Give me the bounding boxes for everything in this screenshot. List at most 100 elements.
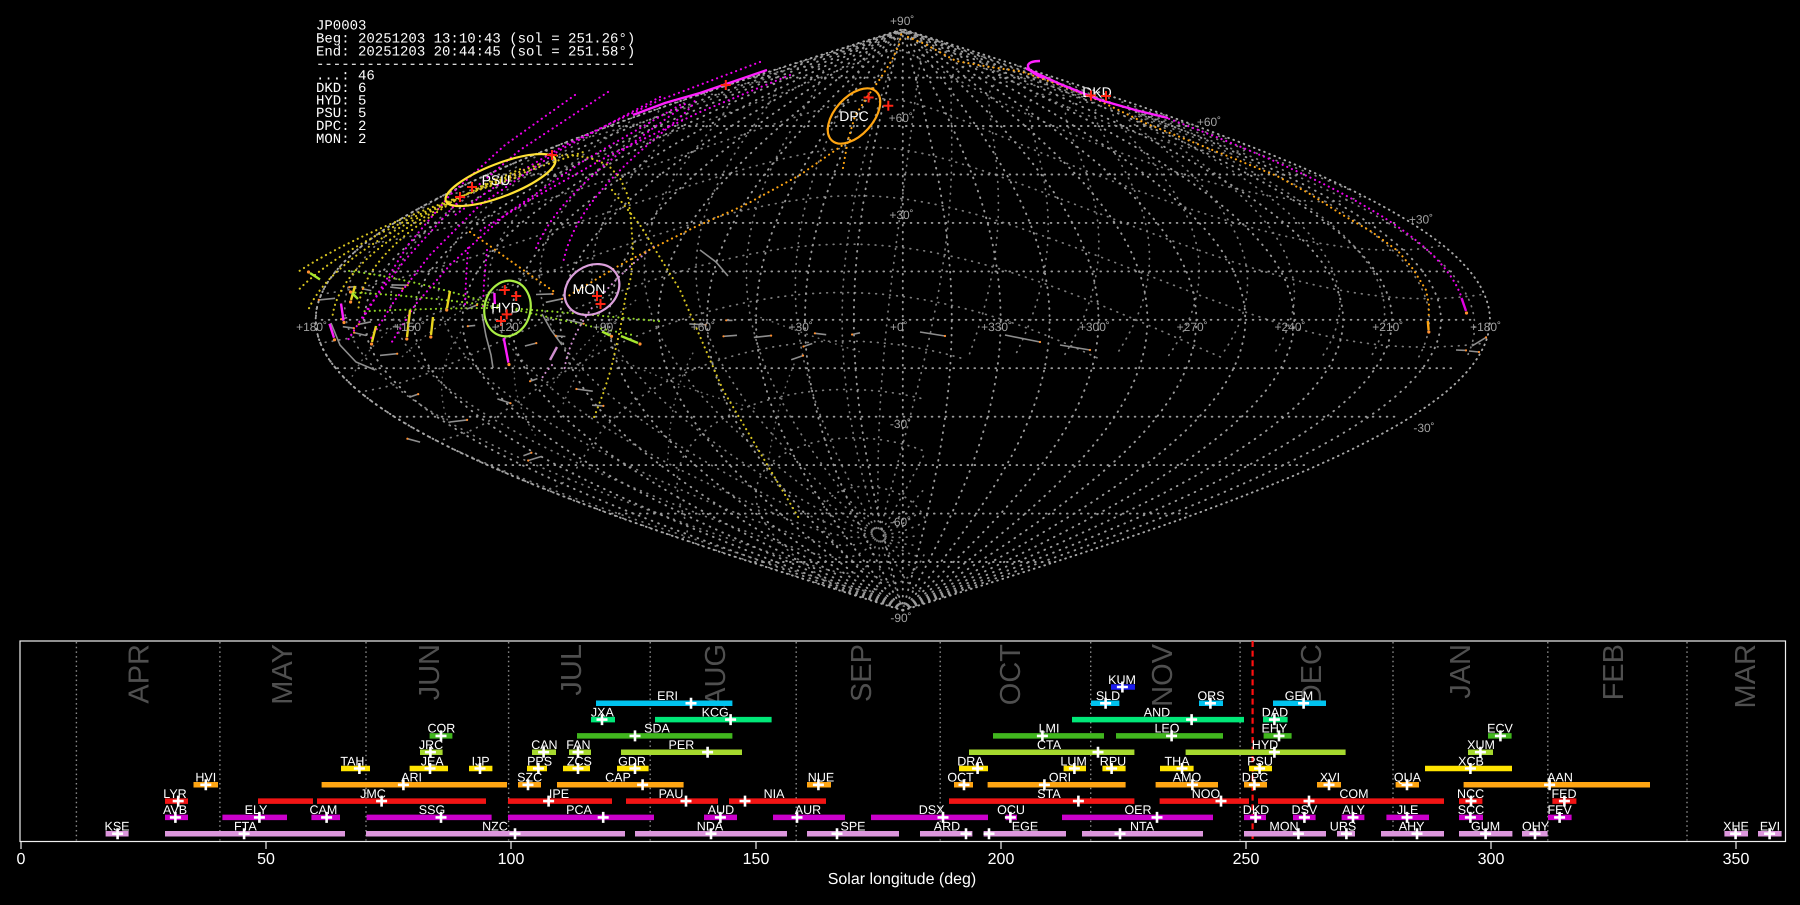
svg-text:SEP: SEP [846,644,878,702]
svg-text:NTA: NTA [1130,820,1155,834]
svg-text:AND: AND [1144,705,1170,719]
svg-text:FAN: FAN [566,738,590,752]
svg-text:+150˚: +150˚ [394,320,425,334]
svg-text:JAN: JAN [1445,644,1477,699]
svg-text:CAN: CAN [531,738,557,752]
svg-text:TAH: TAH [340,754,364,768]
svg-text:AMO: AMO [1173,771,1202,785]
svg-text:NIA: NIA [764,787,786,801]
svg-text:+90˚: +90˚ [890,14,914,28]
svg-text:+60˚: +60˚ [889,111,913,125]
svg-text:HVI: HVI [195,771,216,785]
svg-text:SLD: SLD [1096,689,1120,703]
svg-text:QUA: QUA [1394,771,1422,785]
svg-text:JUL: JUL [556,644,588,696]
svg-text:AAN: AAN [1547,771,1573,785]
svg-text:-30˚: -30˚ [890,417,911,431]
svg-text:IPE: IPE [549,787,569,801]
svg-text:AUR: AUR [795,803,821,817]
svg-text:MON: MON [1269,820,1298,834]
svg-text:NDA: NDA [697,820,724,834]
svg-text:-90˚: -90˚ [890,611,911,625]
svg-text:KUM: KUM [1108,673,1136,687]
svg-text:+30˚: +30˚ [889,208,913,222]
svg-text:JLE: JLE [1397,803,1419,817]
svg-text:STA: STA [1037,787,1061,801]
svg-text:MAY: MAY [267,644,299,705]
svg-text:ELY: ELY [245,803,268,817]
svg-text:IJP: IJP [472,754,490,768]
svg-text:PCA: PCA [566,803,592,817]
svg-text:APR: APR [124,644,156,704]
svg-text:FED: FED [1552,787,1577,801]
svg-text:GEM: GEM [1285,689,1313,703]
svg-text:100: 100 [498,851,525,868]
svg-text:150: 150 [743,851,770,868]
svg-text:EVI: EVI [1760,820,1780,834]
svg-text:JUN: JUN [414,644,446,700]
svg-text:SZC: SZC [517,771,542,785]
svg-text:+300˚: +300˚ [1079,320,1110,334]
svg-text:JMC: JMC [360,787,386,801]
svg-text:350: 350 [1723,851,1750,868]
svg-text:THA: THA [1165,754,1191,768]
svg-text:PER: PER [669,738,695,752]
svg-text:OCU: OCU [997,803,1025,817]
svg-text:-30˚: -30˚ [1413,421,1434,435]
svg-text:NOO: NOO [1192,787,1221,801]
svg-text:PAU: PAU [659,787,684,801]
svg-text:EGE: EGE [1012,820,1038,834]
svg-text:SCC: SCC [1458,803,1484,817]
svg-text:SPE: SPE [840,820,865,834]
svg-text:-60˚: -60˚ [890,515,911,529]
svg-text:ECV: ECV [1487,722,1513,736]
svg-text:+180˚: +180˚ [1470,320,1501,334]
svg-text:LMI: LMI [1039,722,1060,736]
svg-text:JRC: JRC [419,738,443,752]
svg-text:Solar longitude (deg): Solar longitude (deg) [828,871,977,888]
svg-text:+60˚: +60˚ [691,320,715,334]
svg-text:+210˚: +210˚ [1372,320,1403,334]
svg-text:DAD: DAD [1262,705,1288,719]
svg-text:NOV: NOV [1147,643,1179,707]
svg-text:+30˚: +30˚ [789,320,813,334]
svg-text:AUD: AUD [708,803,734,817]
svg-text:EHY: EHY [1262,722,1288,736]
svg-text:FEV: FEV [1547,803,1572,817]
svg-text:ARI: ARI [401,771,422,785]
svg-text:GUM: GUM [1471,820,1500,834]
svg-text:+330˚: +330˚ [981,320,1012,334]
svg-text:ORS: ORS [1197,689,1224,703]
svg-text:ERI: ERI [657,689,678,703]
svg-text:GDR: GDR [618,754,646,768]
svg-text:+180˚: +180˚ [296,320,327,334]
svg-text:NUE: NUE [808,771,834,785]
svg-text:ZCS: ZCS [567,754,592,768]
svg-text:XCB: XCB [1458,754,1484,768]
svg-text:AHY: AHY [1399,820,1425,834]
svg-text:PPS: PPS [527,754,552,768]
svg-text:PSU: PSU [482,172,511,188]
svg-text:FEB: FEB [1598,644,1630,700]
svg-text:CAM: CAM [310,803,338,817]
svg-text:JXA: JXA [591,705,615,719]
svg-text:LUM: LUM [1060,754,1086,768]
svg-text:+0˚: +0˚ [890,320,908,334]
svg-text:JEA: JEA [421,754,445,768]
svg-text:DPC: DPC [1242,771,1268,785]
svg-text:DKD: DKD [1082,84,1112,100]
svg-text:AVB: AVB [163,803,187,817]
svg-text:+60˚: +60˚ [1197,115,1221,129]
svg-text:MON: 2: MON: 2 [316,132,366,148]
svg-text:COM: COM [1339,787,1368,801]
svg-text:LYR: LYR [163,787,186,801]
svg-text:MAR: MAR [1730,644,1762,708]
svg-text:DSV: DSV [1292,803,1318,817]
svg-text:ARD: ARD [934,820,960,834]
svg-text:COR: COR [428,722,456,736]
svg-text:CTA: CTA [1037,738,1062,752]
svg-text:PSU: PSU [1247,754,1273,768]
svg-text:50: 50 [257,851,275,868]
svg-text:URS: URS [1330,820,1356,834]
svg-text:+270˚: +270˚ [1177,320,1208,334]
